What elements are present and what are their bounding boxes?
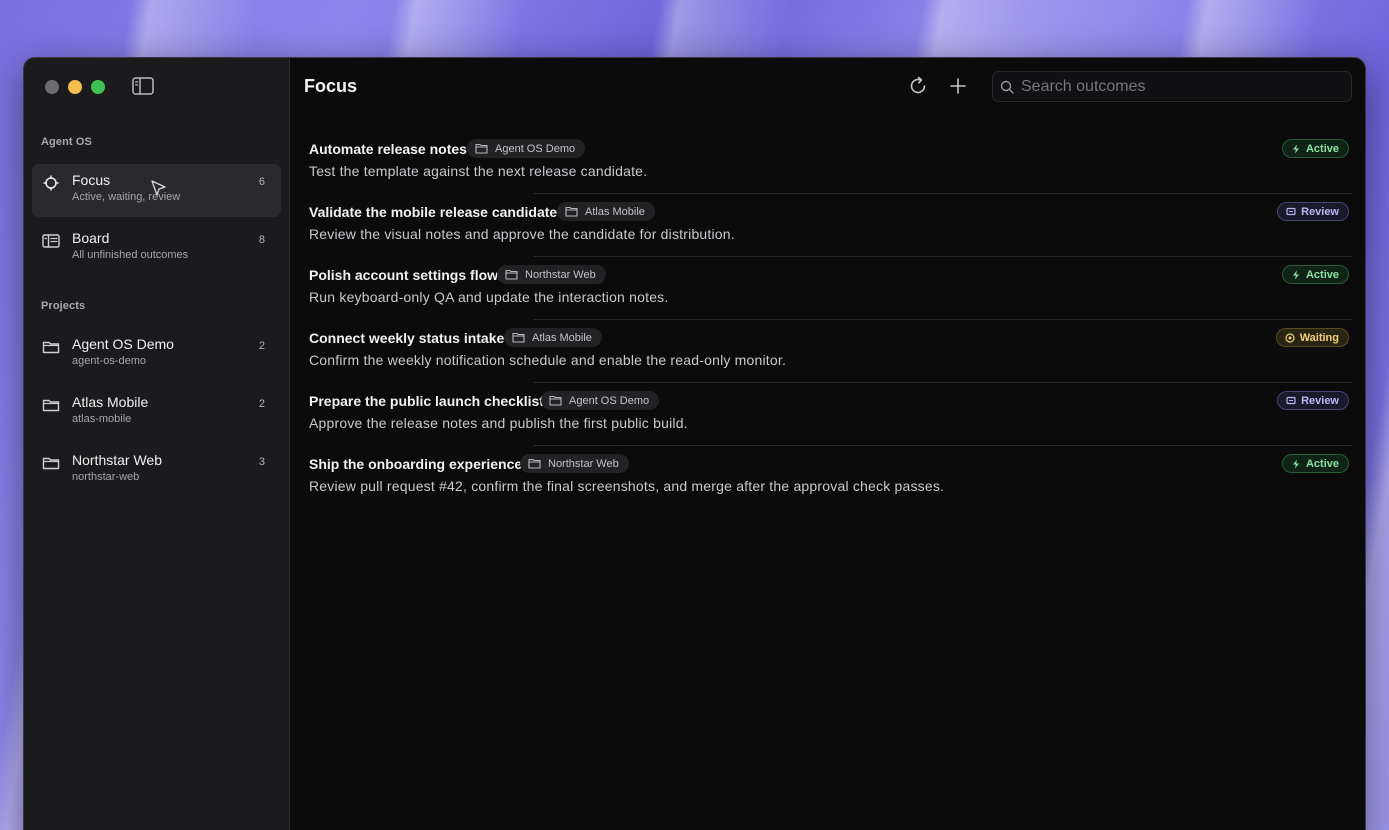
sidebar-item-count: 2 (258, 398, 265, 410)
status-badge: Review (1277, 391, 1349, 410)
sidebar-item-subtitle: northstar-web (72, 471, 140, 483)
folder-icon (565, 206, 578, 217)
outcome-title: Connect weekly status intake (309, 330, 505, 346)
outcome-description: Test the template against the next relea… (309, 163, 648, 179)
status-label: Review (1301, 205, 1339, 218)
status-label: Active (1305, 268, 1339, 281)
bolt-icon (1291, 270, 1301, 280)
folder-icon (549, 395, 562, 406)
outcome-row[interactable]: Validate the mobile release candidate Atl… (304, 194, 1352, 257)
status-badge: Active (1281, 265, 1349, 284)
search-box (992, 71, 1352, 102)
status-badge: Active (1281, 454, 1349, 473)
sidebar-item-agent-os-demo[interactable]: Agent OS Demo agent-os-demo 2 (32, 328, 281, 381)
project-chip[interactable]: Agent OS Demo (541, 391, 660, 410)
project-chip-label: Agent OS Demo (569, 394, 650, 407)
review-icon (1286, 396, 1296, 406)
folder-icon (42, 338, 60, 356)
outcome-description: Approve the release notes and publish th… (309, 415, 688, 431)
section-label-projects: Projects (41, 300, 86, 312)
sidebar-item-subtitle: atlas-mobile (72, 413, 132, 425)
zoom-window-button[interactable] (91, 80, 105, 94)
clock-icon (1285, 332, 1295, 343)
refresh-icon[interactable] (907, 75, 929, 97)
project-chip-label: Atlas Mobile (532, 331, 592, 344)
outcome-list: Automate release notes Agent OS Demo Test … (304, 131, 1352, 509)
project-chip-label: Northstar Web (548, 457, 619, 470)
outcome-title: Polish account settings flow (309, 267, 499, 283)
sidebar: Agent OS Focus Active, waiting, review 6… (24, 58, 290, 830)
project-chip[interactable]: Agent OS Demo (467, 139, 586, 158)
sidebar-item-subtitle: agent-os-demo (72, 355, 146, 367)
status-label: Active (1305, 142, 1339, 155)
crosshair-icon (42, 174, 60, 192)
project-chip[interactable]: Northstar Web (497, 265, 606, 284)
status-badge: Waiting (1275, 328, 1349, 347)
outcome-description: Confirm the weekly notification schedule… (309, 352, 787, 368)
project-chip-label: Agent OS Demo (495, 142, 576, 155)
bolt-icon (1291, 144, 1301, 154)
app-window: Agent OS Focus Active, waiting, review 6… (23, 57, 1366, 830)
project-chip-label: Northstar Web (525, 268, 596, 281)
project-chip[interactable]: Atlas Mobile (557, 202, 655, 221)
project-chip[interactable]: Atlas Mobile (504, 328, 602, 347)
outcome-row[interactable]: Connect weekly status intake Atlas Mobile… (304, 320, 1352, 383)
sidebar-item-subtitle: All unfinished outcomes (72, 249, 189, 261)
sidebar-item-count: 2 (258, 340, 265, 352)
sidebar-item-title: Atlas Mobile (72, 394, 149, 410)
sidebar-item-count: 6 (258, 176, 265, 188)
sidebar-item-title: Board (72, 230, 110, 246)
folder-icon (505, 269, 518, 280)
page-title: Focus (304, 76, 358, 96)
sidebar-toggle-icon[interactable] (132, 77, 154, 95)
project-chip-label: Atlas Mobile (585, 205, 645, 218)
folder-icon (528, 458, 541, 469)
mouse-cursor-icon (150, 179, 168, 199)
outcome-row[interactable]: Prepare the public launch checklist Agent… (304, 383, 1352, 446)
outcome-description: Review pull request #42, confirm the fin… (309, 478, 945, 494)
sidebar-item-count: 8 (258, 234, 265, 246)
window-controls (45, 80, 105, 94)
status-badge: Active (1281, 139, 1349, 158)
outcome-row[interactable]: Ship the onboarding experience Northstar … (304, 446, 1349, 509)
folder-icon (42, 454, 60, 472)
sidebar-item-atlas-mobile[interactable]: Atlas Mobile atlas-mobile 2 (32, 386, 281, 439)
outcome-title: Ship the onboarding experience (309, 456, 523, 472)
outcome-title: Prepare the public launch checklist (309, 393, 544, 409)
section-label-agent-os: Agent OS (41, 136, 92, 148)
outcome-title: Automate release notes (309, 141, 467, 157)
sidebar-item-focus[interactable]: Focus Active, waiting, review 6 (32, 164, 281, 217)
status-label: Review (1301, 394, 1339, 407)
search-input[interactable] (1021, 76, 1341, 98)
close-window-button[interactable] (45, 80, 59, 94)
outcome-row[interactable]: Automate release notes Agent OS Demo Test … (304, 131, 1352, 194)
folder-icon (42, 396, 60, 414)
folder-icon (475, 143, 488, 154)
folder-icon (512, 332, 525, 343)
outcome-description: Review the visual notes and approve the … (309, 226, 735, 242)
status-badge: Review (1277, 202, 1349, 221)
status-label: Active (1305, 457, 1339, 470)
minimize-window-button[interactable] (68, 80, 82, 94)
sidebar-item-northstar-web[interactable]: Northstar Web northstar-web 3 (32, 444, 281, 497)
sidebar-item-count: 3 (258, 456, 265, 468)
sidebar-item-title: Northstar Web (72, 452, 162, 468)
review-icon (1286, 207, 1296, 217)
bolt-icon (1291, 459, 1301, 469)
board-icon (42, 232, 60, 250)
sidebar-item-title: Focus (72, 172, 111, 188)
outcome-description: Run keyboard-only QA and update the inte… (309, 289, 669, 305)
project-chip[interactable]: Northstar Web (520, 454, 629, 473)
search-icon (1000, 80, 1014, 94)
outcome-title: Validate the mobile release candidate (309, 204, 558, 220)
add-outcome-icon[interactable] (947, 75, 969, 97)
main-panel: Focus Automate release notes Agent OS Dem… (290, 58, 1365, 830)
sidebar-item-board[interactable]: Board All unfinished outcomes 8 (32, 222, 281, 275)
outcome-row[interactable]: Polish account settings flow Northstar We… (304, 257, 1352, 320)
status-label: Waiting (1299, 331, 1339, 344)
sidebar-item-title: Agent OS Demo (72, 336, 174, 352)
